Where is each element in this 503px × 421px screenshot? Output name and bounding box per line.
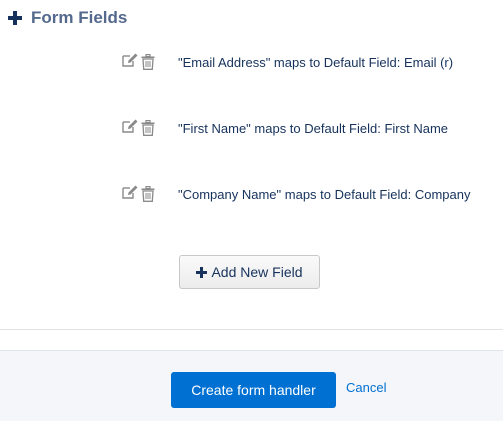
cancel-link[interactable]: Cancel (346, 380, 386, 395)
form-footer: Create form handler Cancel (0, 350, 503, 421)
edit-icon[interactable] (121, 52, 139, 68)
trash-icon[interactable] (141, 54, 155, 70)
create-form-handler-button[interactable]: Create form handler (171, 372, 336, 408)
trash-icon[interactable] (141, 186, 155, 202)
plus-icon (196, 266, 208, 278)
form-fields-section-header[interactable]: Form Fields (8, 7, 127, 29)
add-new-field-label: Add New Field (211, 264, 303, 280)
edit-icon[interactable] (121, 184, 139, 200)
edit-icon[interactable] (121, 118, 139, 134)
add-new-field-button[interactable]: Add New Field (179, 255, 320, 289)
section-title[interactable]: Form Fields (31, 8, 127, 28)
trash-icon[interactable] (141, 120, 155, 136)
field-mapping-text: "First Name" maps to Default Field: Firs… (178, 120, 449, 136)
field-row-first-name: "First Name" maps to Default Field: Firs… (121, 117, 448, 139)
field-row-email: "Email Address" maps to Default Field: E… (121, 51, 453, 73)
field-mapping-text: "Email Address" maps to Default Field: E… (178, 54, 454, 70)
divider (0, 329, 503, 330)
plus-icon[interactable] (8, 11, 22, 25)
field-row-company-name: "Company Name" maps to Default Field: Co… (121, 183, 470, 205)
field-mapping-text: "Company Name" maps to Default Field: Co… (178, 186, 471, 202)
